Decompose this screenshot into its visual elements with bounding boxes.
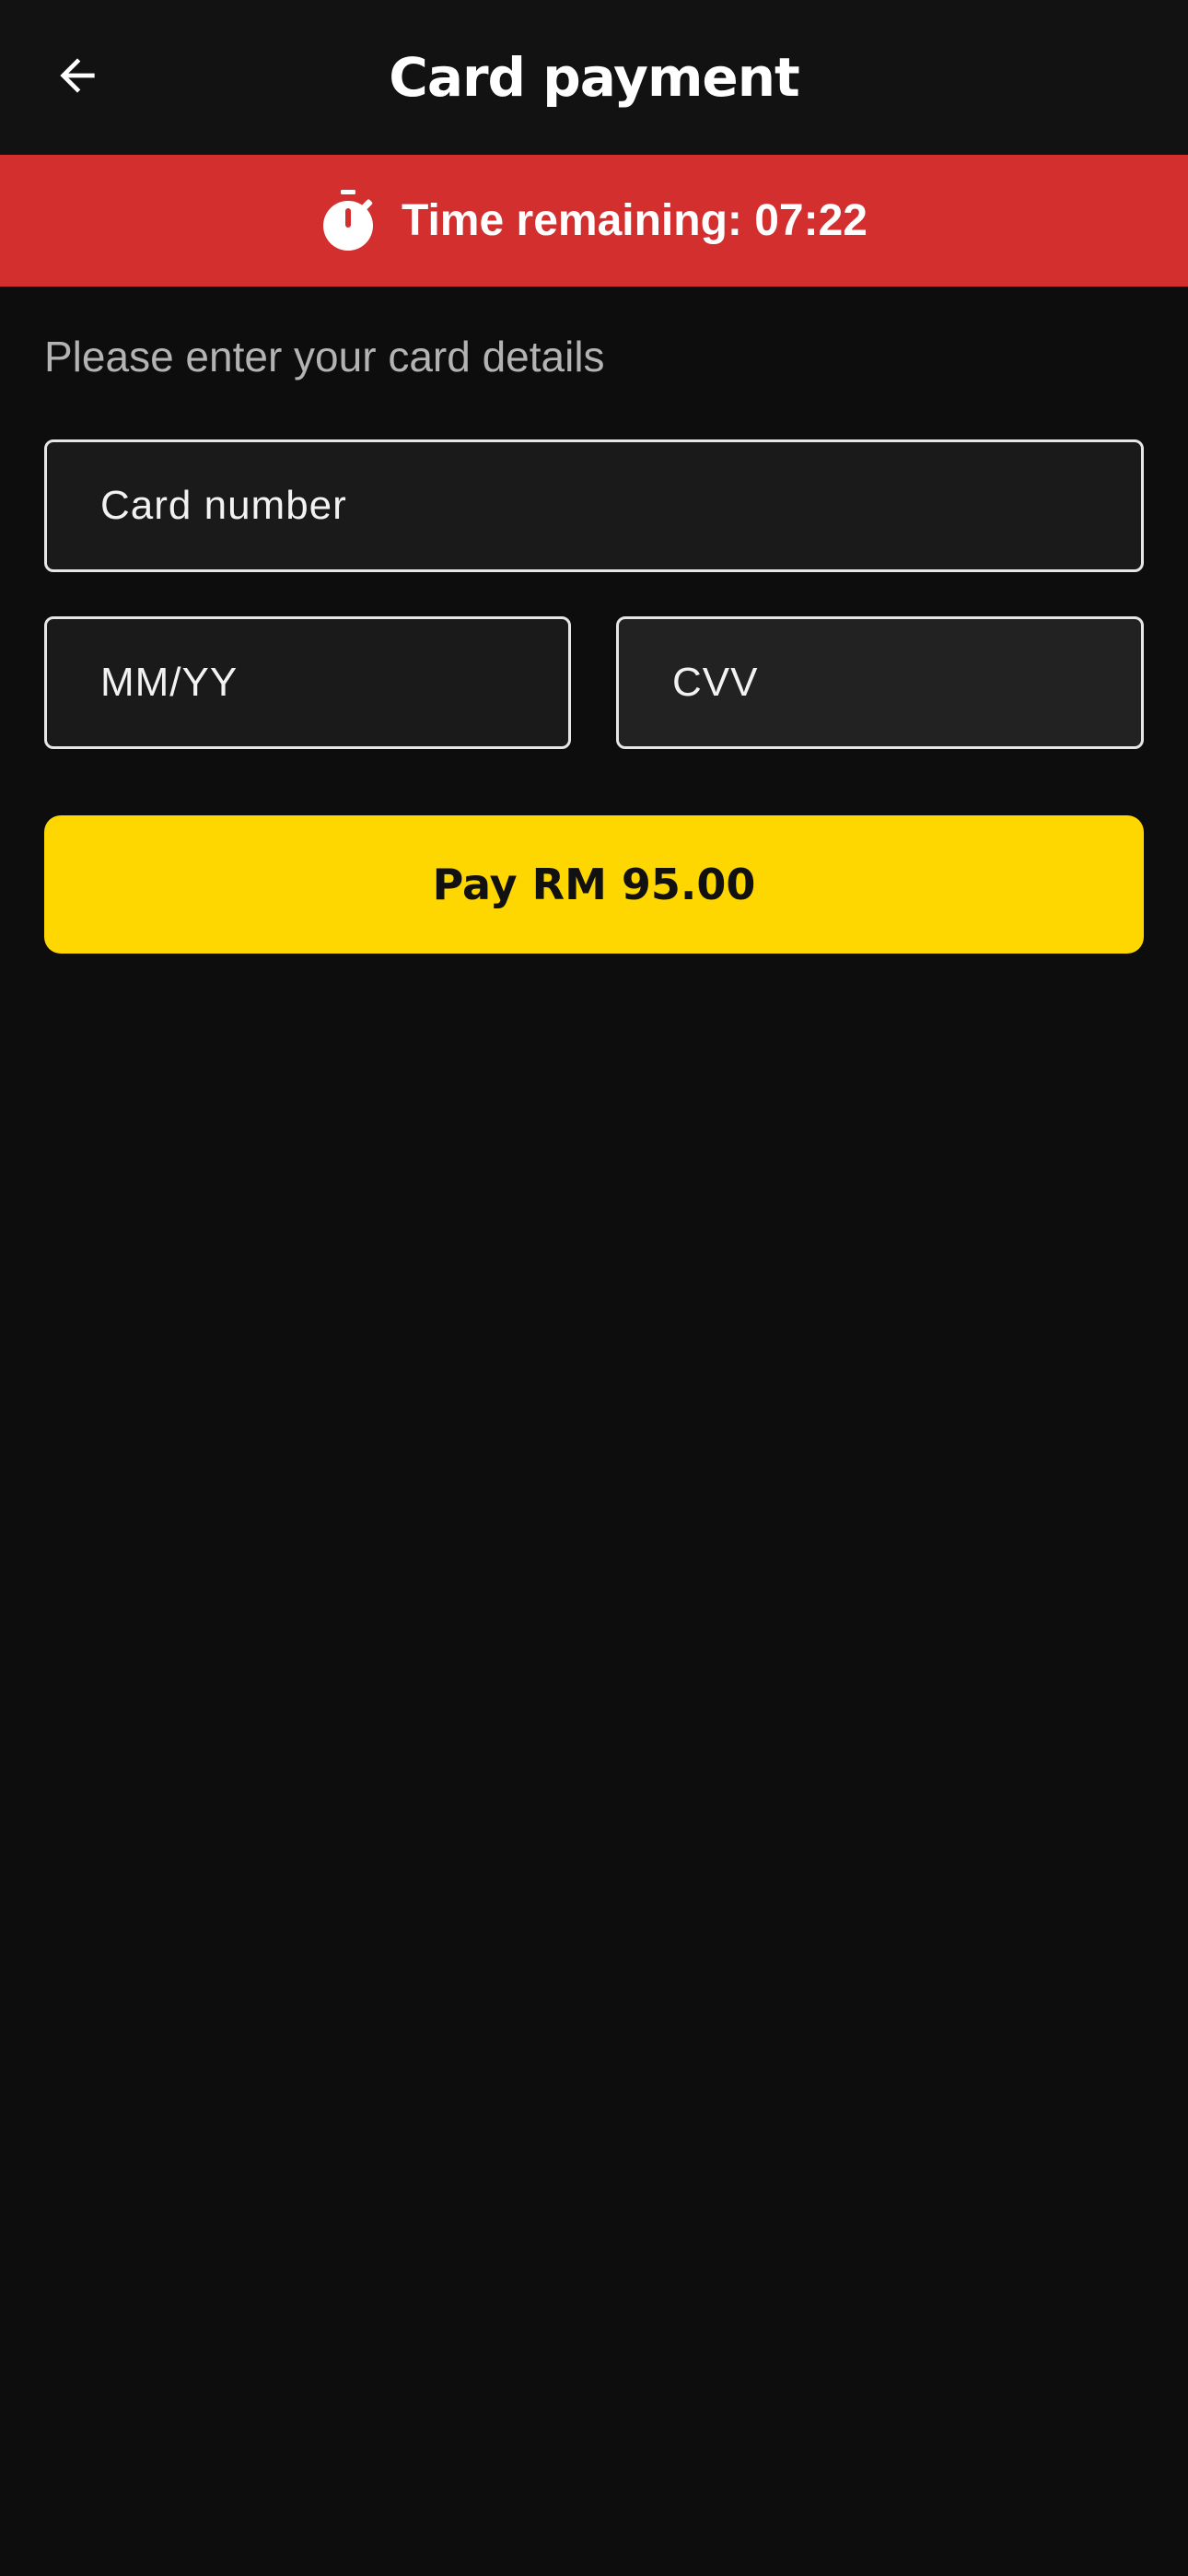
card-payment-screen: Card payment Time remaining: 07:22 Pleas…	[0, 0, 1188, 2576]
arrow-left-icon	[52, 50, 103, 106]
card-number-input[interactable]	[47, 442, 1141, 569]
expiry-field[interactable]	[44, 616, 571, 749]
instructions-text: Please enter your card details	[44, 333, 605, 381]
time-remaining-text: Time remaining: 07:22	[402, 196, 868, 245]
cvv-field[interactable]	[616, 616, 1144, 749]
expiry-input[interactable]	[47, 619, 568, 746]
back-button[interactable]	[31, 31, 123, 123]
card-number-field[interactable]	[44, 439, 1144, 572]
page-title: Card payment	[389, 46, 800, 109]
pay-button[interactable]: Pay RM 95.00	[44, 815, 1144, 954]
app-bar: Card payment	[0, 0, 1188, 155]
timer-banner: Time remaining: 07:22	[0, 155, 1188, 287]
stopwatch-icon	[320, 189, 376, 252]
cvv-input[interactable]	[619, 619, 1141, 746]
